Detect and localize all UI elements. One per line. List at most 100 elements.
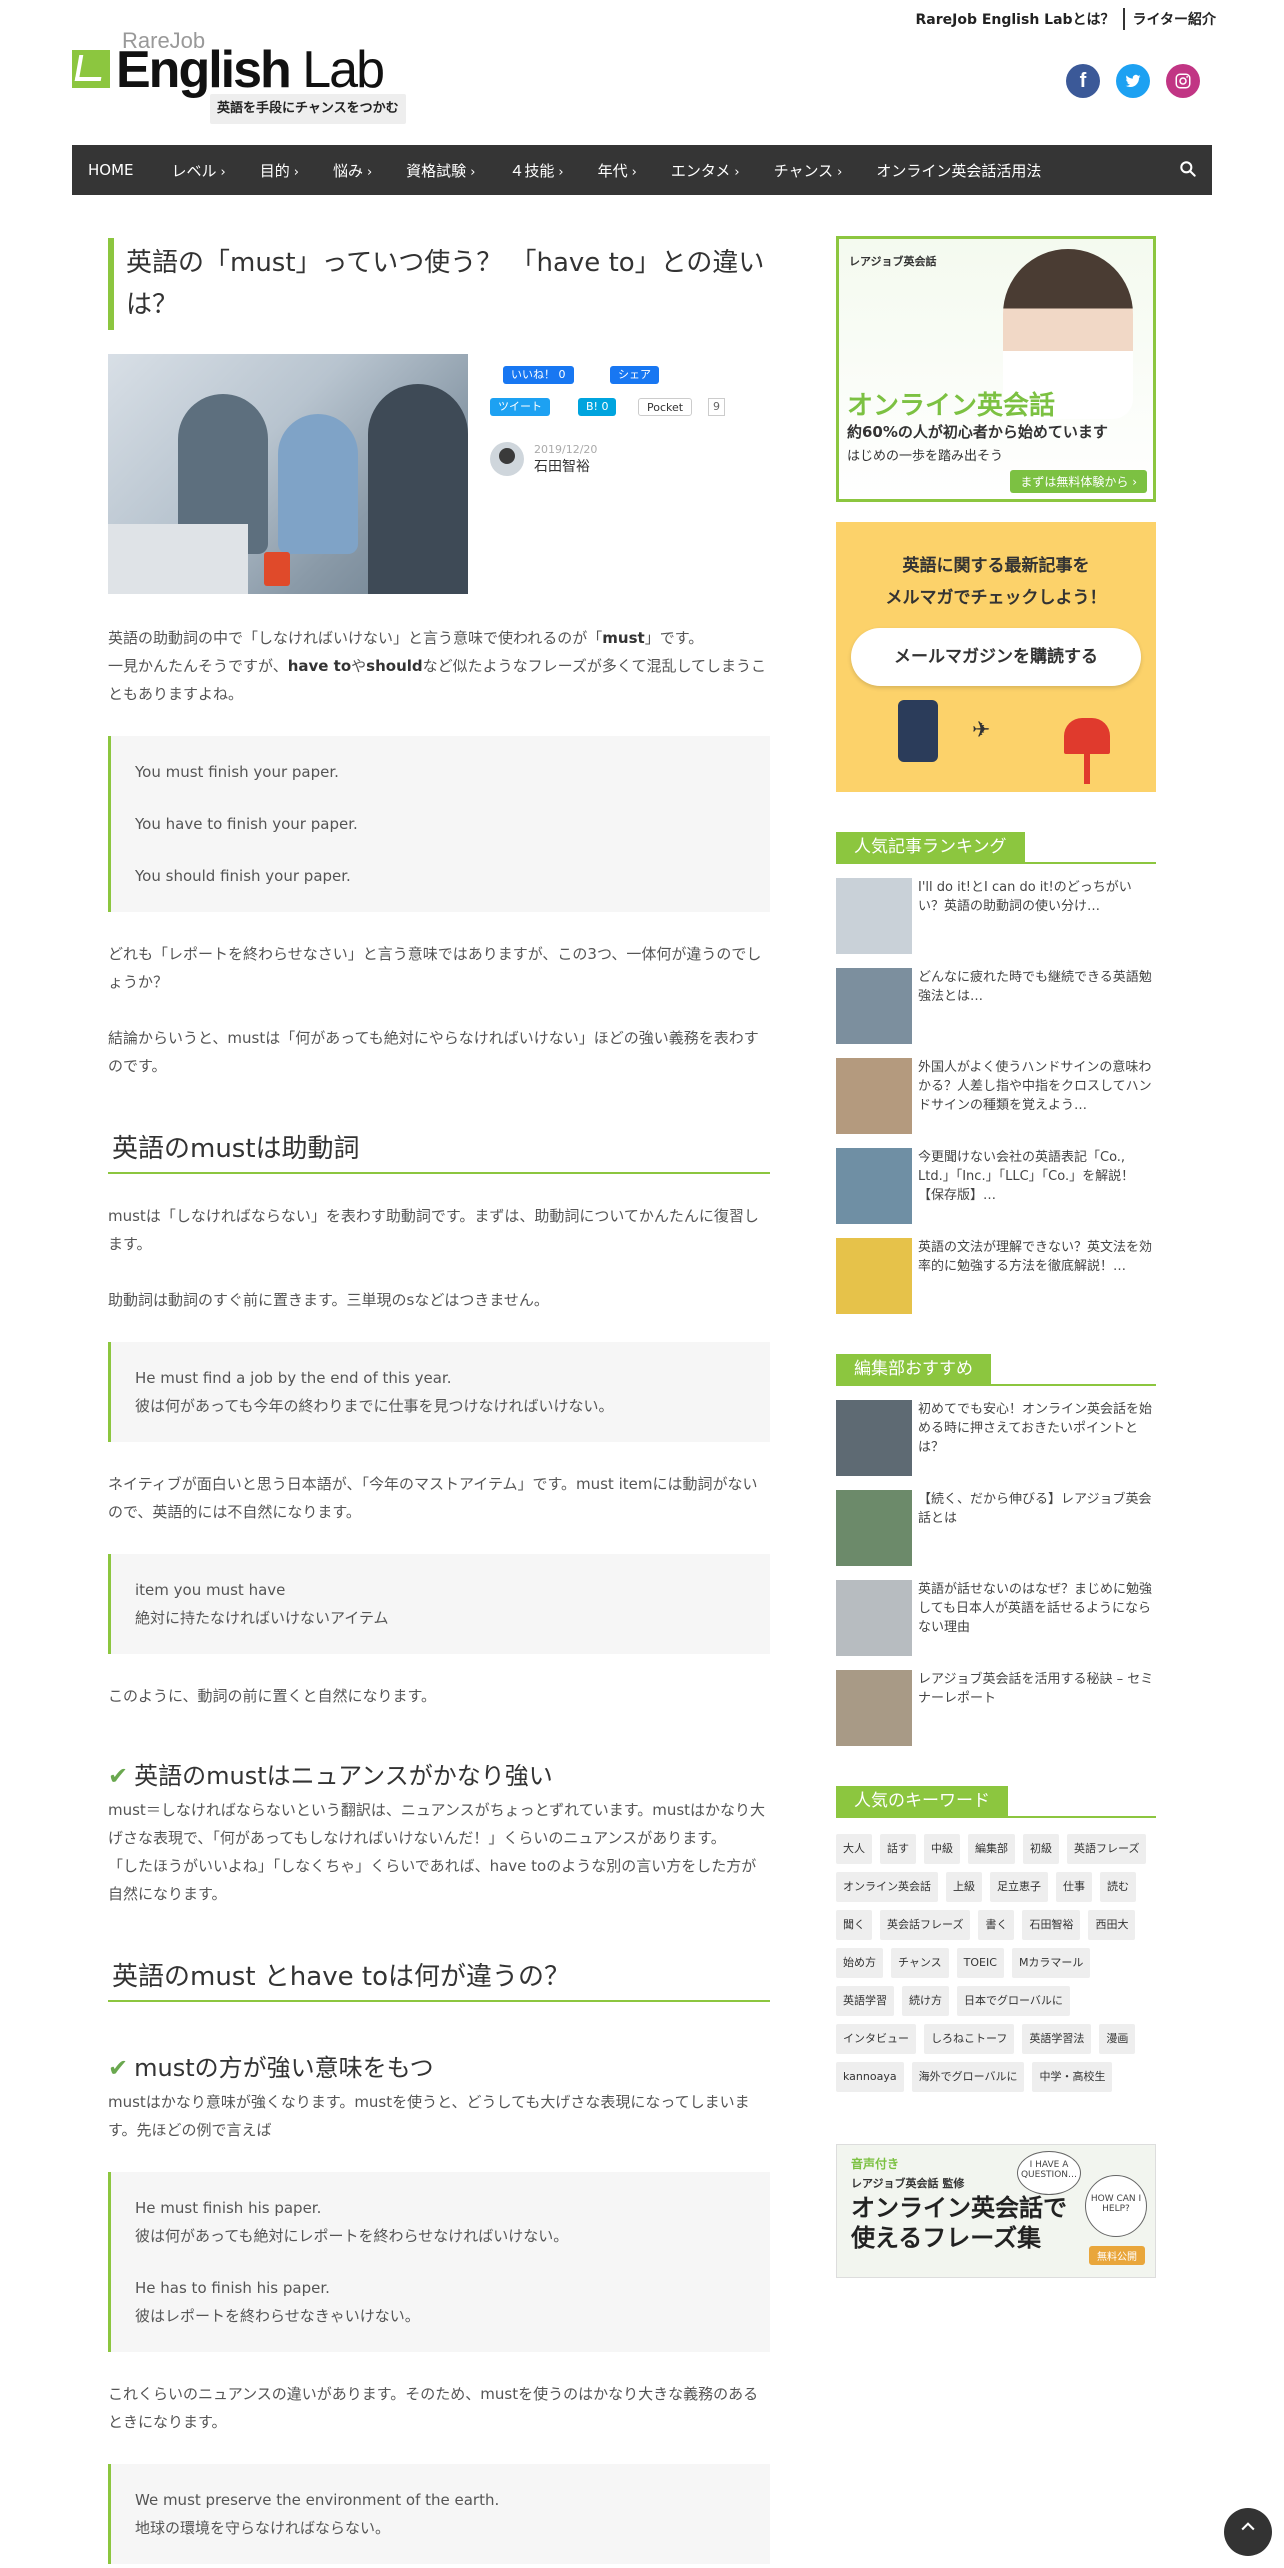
keyword-tag[interactable]: チャンス [891, 1948, 949, 1978]
nav-item-online[interactable]: オンライン英会話活用法 [876, 160, 1045, 181]
list-item[interactable]: 英語が話せないのはなぜ？まじめに勉強しても日本人が英語を話せるようにならない理由 [836, 1580, 1156, 1656]
nav-item-age[interactable]: 年代 › [598, 160, 637, 181]
keyword-tag[interactable]: 英会話フレーズ [880, 1910, 971, 1940]
nav-item-exams[interactable]: 資格試験 › [406, 160, 475, 181]
section-heading: 英語のmustは助動詞 [108, 1132, 770, 1174]
keyword-tags: 大人 話す 中級 編集部 初級 英語フレーズオンライン英会話 上級 足立恵子 仕事 読む聞く 英会話… [836, 1834, 1156, 2092]
author-name[interactable]: 石田智裕 [534, 459, 590, 475]
keyword-tag[interactable]: 漫画 [1099, 2024, 1136, 2054]
facebook-share-button[interactable]: シェア [610, 366, 659, 384]
keyword-tag[interactable]: kannoaya [836, 2062, 904, 2092]
list-item[interactable]: 外国人がよく使うハンドサインの意味わかる？人差し指や中指をクロスしてハンドサイン… [836, 1058, 1156, 1134]
keyword-tag[interactable]: 聞く [836, 1910, 872, 1940]
search-icon[interactable] [1178, 159, 1198, 179]
list-item[interactable]: I'll do it!とI can do it!のどっちがいい？英語の助動詞の使… [836, 878, 1156, 954]
paper-plane-icon: ✈ [972, 718, 991, 743]
twitter-icon[interactable] [1116, 64, 1150, 98]
keyword-tag[interactable]: 中級 [924, 1834, 960, 1864]
example-line: He has to finish his paper. [135, 2279, 330, 2297]
keyword-tag[interactable]: インタビュー [836, 2024, 916, 2054]
nav-item-worries[interactable]: 悩み › [333, 160, 372, 181]
facebook-like-button[interactable]: いいね！ 0 [503, 366, 574, 384]
keyword-tag[interactable]: Mカラマール [1011, 1948, 1091, 1978]
keyword-tag[interactable]: TOEIC [956, 1948, 1004, 1978]
banner-supervisor: レアジョブ英会話 監修 [851, 2177, 965, 2190]
writers-link[interactable]: ライター紹介 [1133, 9, 1216, 29]
list-item[interactable]: レアジョブ英会話を活用する秘訣 – セミナーレポート [836, 1670, 1156, 1746]
keyword-tag[interactable]: 大人 [836, 1834, 872, 1864]
check-icon: ✔ [108, 2054, 129, 2082]
keyword-tag[interactable]: 編集部 [968, 1834, 1015, 1864]
mailbox-post [1084, 754, 1090, 784]
keyword-tag[interactable]: 日本でグローバルに [957, 1986, 1070, 2016]
keyword-tag[interactable]: しろねこトーフ [924, 2024, 1015, 2054]
keyword-tag[interactable]: 足立恵子 [990, 1872, 1048, 1902]
nav-label: 目的 [259, 161, 290, 180]
phrase-book-banner[interactable]: 音声付き レアジョブ英会話 監修 オンライン英会話で 使えるフレーズ集 I HAV… [836, 2144, 1156, 2278]
chevron-right-icon: › [837, 164, 843, 180]
keyword-tag[interactable]: 英語フレーズ [1067, 1834, 1147, 1864]
back-to-top-button[interactable] [1224, 2508, 1272, 2556]
list-item[interactable]: 今更聞けない会社の英語表記「Co., Ltd.」「Inc.」「LLC」「Co.」… [836, 1148, 1156, 1224]
site-logo[interactable]: RareJob English Lab 英語を手段にチャンスをつかむ [72, 28, 412, 124]
keyword-tag[interactable]: 読む [1100, 1872, 1136, 1902]
thumbnail [836, 1238, 912, 1314]
keyword-tag[interactable]: 上級 [946, 1872, 982, 1902]
text: オンライン英会話で [851, 2194, 1067, 2222]
free-release-badge: 無料公開 [1089, 2246, 1145, 2265]
keyword-tag[interactable]: 初級 [1023, 1834, 1059, 1864]
thumbnail [836, 1580, 912, 1656]
keyword-tag[interactable]: 書く [978, 1910, 1015, 1940]
newsletter-text: 英語に関する最新記事を メルマガでチェックしよう！ [836, 522, 1156, 614]
keywords-heading: 人気のキーワード [836, 1786, 1156, 1818]
heading-text: 人気のキーワード [836, 1786, 1008, 1816]
list-item[interactable]: どんなに疲れた時でも継続できる英語勉強法とは… [836, 968, 1156, 1044]
keyword-tag[interactable]: 続け方 [902, 1986, 949, 2016]
logo-tagline: 英語を手段にチャンスをつかむ [210, 94, 406, 124]
paragraph: ネイティブが面白いと思う日本語が、「今年のマストアイテム」です。must ite… [108, 1475, 758, 1521]
pocket-button[interactable]: Pocket [638, 398, 693, 416]
keyword-tag[interactable]: 話す [880, 1834, 916, 1864]
online-english-banner[interactable]: レアジョブ英会話 オンライン英会話 約60%の人が初心者から始めています はじめ… [836, 236, 1156, 502]
nav-item-purpose[interactable]: 目的 › [260, 160, 299, 181]
free-trial-button[interactable]: まずは無料体験から › [1010, 470, 1147, 493]
banner-headline: オンライン英会話で 使えるフレーズ集 [851, 2193, 1067, 2253]
thumbnail [836, 1670, 912, 1746]
speech-bubble: HOW CAN I HELP? [1085, 2175, 1147, 2237]
keyword-tag[interactable]: 西田大 [1088, 1910, 1136, 1940]
example-box: You must finish your paper. You have to … [108, 736, 770, 912]
nav-item-skills[interactable]: ４技能 › [509, 160, 563, 181]
facebook-icon[interactable]: f [1066, 64, 1100, 98]
example-box: item you must have 絶対に持たなければいけないアイテム [108, 1554, 770, 1654]
keyword-tag[interactable]: 中学・高校生 [1032, 2062, 1113, 2092]
section-heading: 英語のmust とhave toは何が違うの？ [108, 1960, 770, 2002]
keyword-tag[interactable]: 海外でグローバルに [911, 2062, 1025, 2092]
phone-mail-icon [898, 700, 938, 762]
list-item[interactable]: 英語の文法が理解できない？英文法を効率的に勉強する方法を徹底解説！… [836, 1238, 1156, 1314]
nav-item-entertainment[interactable]: エンタメ › [671, 160, 740, 181]
nav-item-level[interactable]: レベル › [172, 160, 226, 181]
hatena-bookmark-button[interactable]: B! 0 [578, 398, 617, 416]
pocket-count: 9 [708, 398, 725, 416]
nav-item-chance[interactable]: チャンス › [774, 160, 843, 181]
keyword-tag[interactable]: 石田智裕 [1022, 1910, 1081, 1940]
nav-item-home[interactable]: HOME [88, 161, 138, 179]
chevron-right-icon: › [366, 164, 373, 180]
keyword-tag[interactable]: 仕事 [1056, 1872, 1092, 1902]
example-line: You should finish your paper. [135, 867, 351, 885]
list-item[interactable]: 【続く、だから伸びる】レアジョブ英会話とは [836, 1490, 1156, 1566]
keyword-tag[interactable]: 英語学習法 [1022, 2024, 1092, 2054]
thumbnail [836, 878, 912, 954]
list-item[interactable]: 初めてでも安心！オンライン英会話を始める時に押さえておきたいポイントとは？ [836, 1400, 1156, 1476]
keyword-tag[interactable]: オンライン英会話 [836, 1872, 938, 1902]
instagram-icon[interactable] [1166, 64, 1200, 98]
mug-shape [264, 552, 290, 586]
ranking-heading: 人気記事ランキング [836, 832, 1156, 864]
keyword-tag[interactable]: 始め方 [836, 1948, 883, 1978]
nav-label: HOME [88, 161, 134, 179]
subscribe-newsletter-button[interactable]: メールマガジンを購読する [851, 628, 1141, 686]
about-link[interactable]: RareJob English Labとは？ [915, 9, 1114, 29]
keyword-tag[interactable]: 英語学習 [836, 1986, 894, 2016]
article: 英語の「must」っていつ使う？ 「have to」との違いは？ いいね！ 0 … [108, 238, 770, 2564]
tweet-button[interactable]: ツイート [490, 398, 550, 416]
